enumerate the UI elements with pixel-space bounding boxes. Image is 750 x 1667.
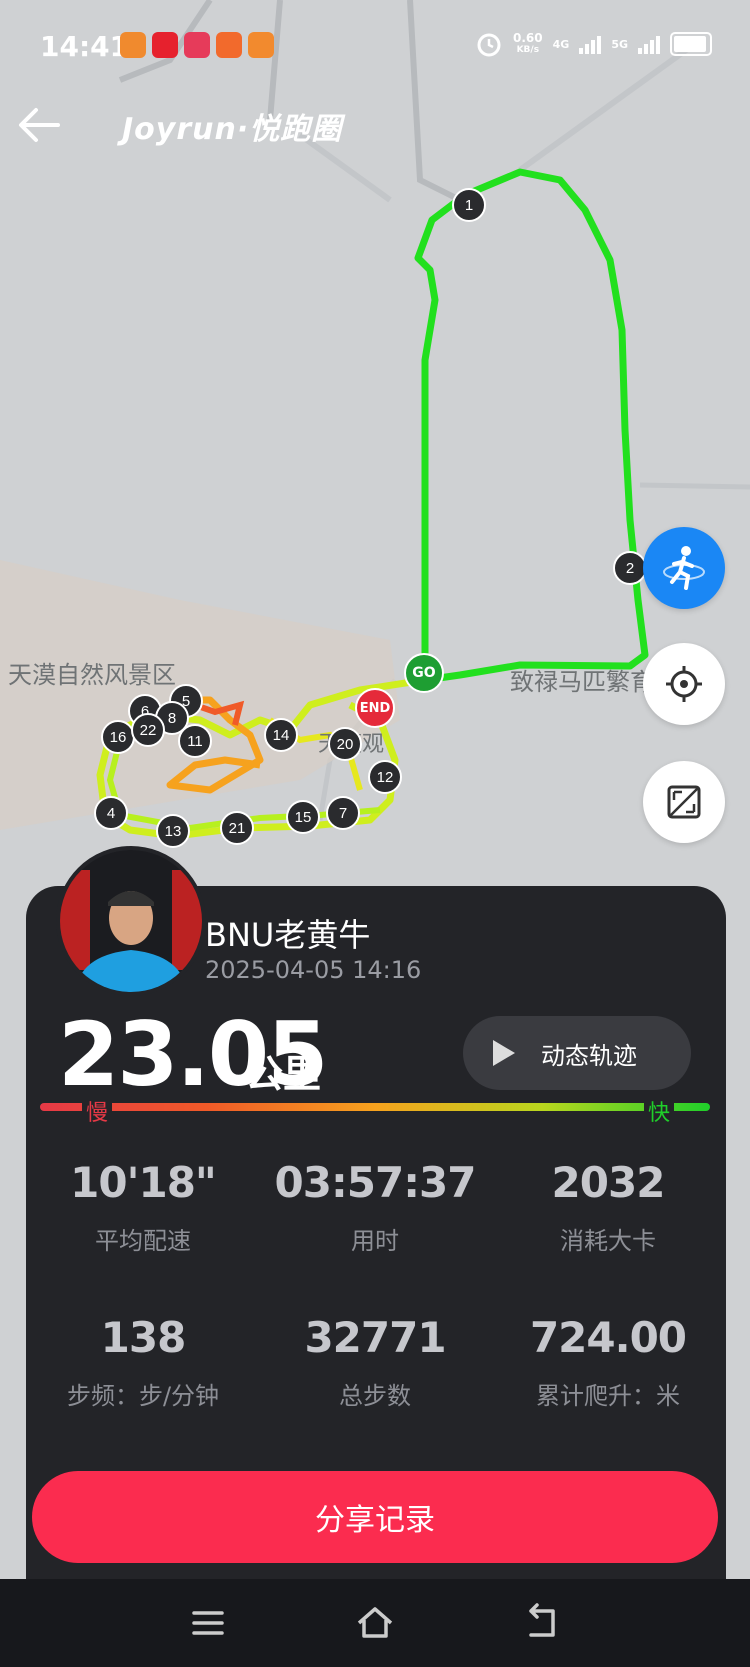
system-navigation-bar	[0, 1579, 750, 1667]
share-record-button[interactable]: 分享记录	[32, 1471, 718, 1563]
back-nav-icon[interactable]	[523, 1603, 563, 1643]
app-notification-icon	[120, 32, 146, 58]
km-marker: 22	[131, 713, 165, 747]
km-marker: 21	[220, 811, 254, 845]
user-name: BNU老黄牛	[205, 916, 371, 954]
network-speed-value: 0.60	[513, 31, 543, 45]
km-marker: 13	[156, 814, 190, 848]
map-style-button[interactable]	[643, 761, 725, 843]
user-avatar[interactable]	[56, 846, 206, 996]
stat-label: 平均配速	[95, 1227, 191, 1255]
signal-type-label: 4G	[552, 37, 570, 51]
menu-icon[interactable]	[188, 1603, 228, 1643]
stat-label: 步频：步/分钟	[66, 1382, 220, 1410]
stat-duration: 03:57:37 用时	[258, 1158, 492, 1256]
stat-value: 10'18"	[70, 1158, 217, 1207]
pace-fast-label: 快	[644, 1095, 675, 1127]
replay-track-label: 动态轨迹	[541, 1041, 637, 1070]
stat-value: 32771	[304, 1313, 446, 1362]
back-button[interactable]	[14, 100, 64, 150]
replay-track-button[interactable]: 动态轨迹	[463, 1016, 691, 1090]
end-marker: END	[355, 688, 395, 728]
locate-button[interactable]	[643, 643, 725, 725]
share-record-label: 分享记录	[315, 1503, 435, 1538]
km-marker: 15	[286, 800, 320, 834]
stat-value: 2032	[551, 1158, 666, 1207]
app-notification-icon	[152, 32, 178, 58]
km-marker: 11	[178, 724, 212, 758]
stat-label: 消耗大卡	[560, 1227, 656, 1255]
home-icon[interactable]	[355, 1603, 395, 1643]
stat-label: 用时	[351, 1227, 399, 1255]
stat-calories: 2032 消耗大卡	[491, 1158, 725, 1256]
signal-bars-icon	[579, 34, 602, 54]
signal-bars-icon	[638, 34, 660, 54]
stat-label: 总步数	[339, 1382, 411, 1410]
stat-value: 724.00	[529, 1313, 687, 1362]
stat-elevation-gain: 724.00 累计爬升：米	[491, 1313, 725, 1411]
play-icon	[493, 1040, 515, 1066]
status-bar: 14:41 0.60 KB/s 4G 5G	[0, 0, 750, 92]
start-marker: GO	[404, 653, 444, 693]
battery-icon	[670, 32, 712, 56]
run-mode-button[interactable]	[643, 527, 725, 609]
km-marker: 16	[101, 720, 135, 754]
map-layer-icon	[667, 785, 701, 819]
network-speed: 0.60 KB/s	[513, 32, 543, 56]
app-notification-icon	[248, 32, 274, 58]
app-notification-icon	[184, 32, 210, 58]
stat-value: 138	[100, 1313, 187, 1362]
runner-icon	[663, 546, 705, 590]
stat-cadence: 138 步频：步/分钟	[26, 1313, 260, 1411]
status-indicators: 0.60 KB/s 4G 5G	[475, 30, 712, 58]
km-marker: 4	[94, 796, 128, 830]
stat-label: 累计爬升：米	[536, 1382, 680, 1410]
km-marker: 7	[326, 796, 360, 830]
km-marker: 14	[264, 718, 298, 752]
stat-avg-pace: 10'18" 平均配速	[26, 1158, 260, 1256]
crosshair-icon	[666, 666, 702, 702]
start-marker-label: GO	[412, 665, 436, 681]
alarm-icon	[477, 33, 501, 57]
arrow-left-icon	[19, 108, 60, 142]
map-place-label: 天漠自然风景区	[8, 661, 176, 689]
end-marker-label: END	[359, 700, 391, 716]
pace-slow-label: 慢	[82, 1095, 113, 1127]
app-notification-icon	[216, 32, 242, 58]
km-marker: 2	[613, 551, 647, 585]
run-datetime: 2025-04-05 14:16	[205, 956, 422, 984]
km-marker: 1	[452, 188, 486, 222]
signal-type-label: 5G	[611, 37, 628, 51]
distance-unit: 公里	[245, 1052, 322, 1096]
status-time: 14:41	[40, 30, 130, 63]
stat-total-steps: 32771 总步数	[258, 1313, 492, 1411]
app-brand-title: Joyrun·悦跑圈	[122, 112, 343, 147]
user-photo	[60, 850, 202, 992]
pace-gradient-bar	[40, 1103, 710, 1111]
km-marker: 12	[368, 760, 402, 794]
km-marker: 20	[328, 727, 362, 761]
notification-icons	[120, 32, 274, 58]
stat-value: 03:57:37	[274, 1158, 477, 1207]
network-speed-unit: KB/s	[516, 45, 540, 55]
